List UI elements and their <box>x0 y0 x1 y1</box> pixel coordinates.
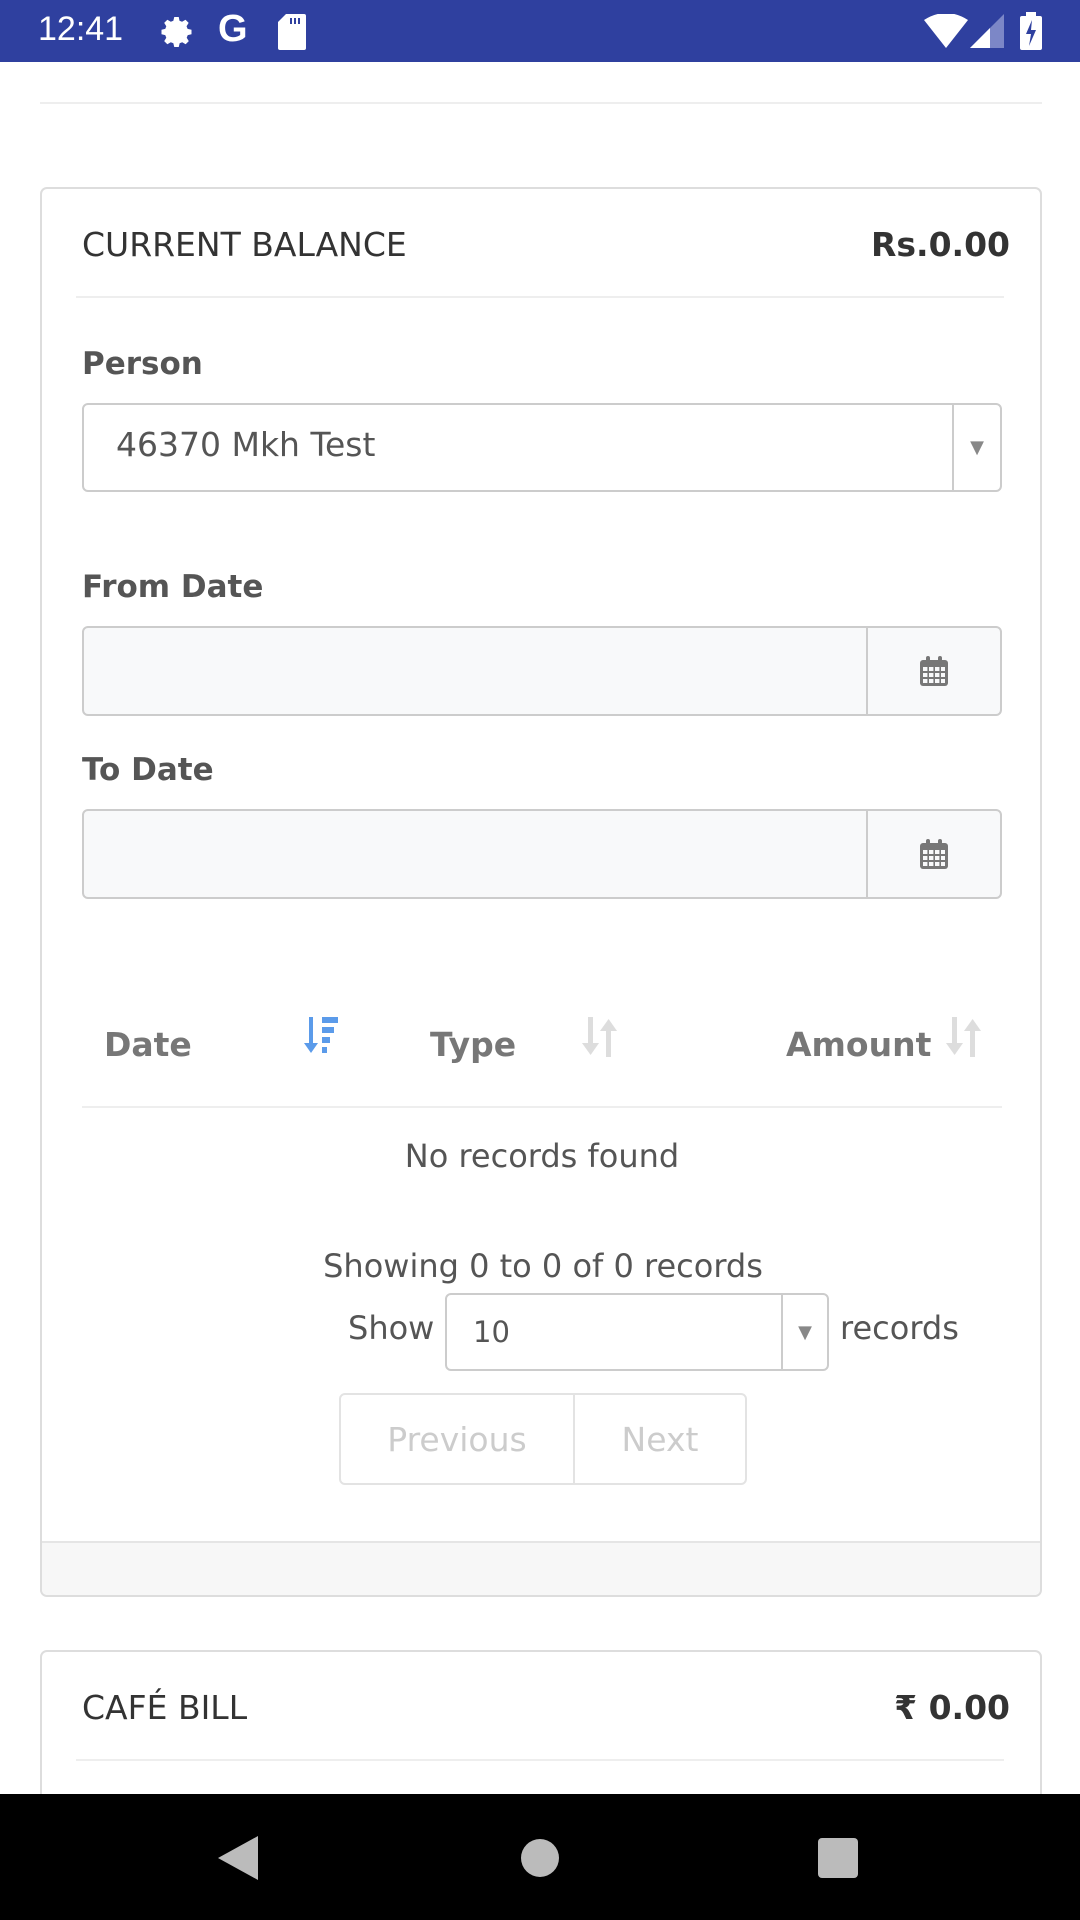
calendar-icon <box>920 839 948 869</box>
divider <box>76 296 1004 298</box>
page-size-select[interactable]: 10 ▼ <box>445 1293 829 1371</box>
current-balance-card: CURRENT BALANCE Rs.0.00 Person 46370 Mkh… <box>40 187 1042 1597</box>
calendar-icon <box>920 656 948 686</box>
previous-button[interactable]: Previous <box>339 1393 575 1485</box>
home-icon[interactable] <box>520 1838 560 1878</box>
divider <box>76 1759 1004 1761</box>
gear-icon <box>161 17 192 48</box>
signal-icon <box>970 14 1004 48</box>
person-value: 46370 Mkh Test <box>116 425 376 464</box>
chevron-down-icon[interactable]: ▼ <box>952 405 1000 490</box>
status-bar: 12:41 G <box>0 0 1080 62</box>
back-icon[interactable] <box>218 1836 258 1880</box>
page-size-value: 10 <box>473 1315 510 1349</box>
column-label: Date <box>104 1025 192 1064</box>
divider <box>82 1106 1002 1108</box>
records-label: records <box>840 1309 959 1347</box>
balance-amount: Rs.0.00 <box>870 225 1010 264</box>
show-label: Show <box>348 1309 435 1347</box>
sd-card-icon <box>278 14 306 50</box>
to-date-input[interactable] <box>82 809 1002 899</box>
battery-charging-icon <box>1020 12 1042 50</box>
to-date-calendar-button[interactable] <box>866 811 1000 897</box>
sort-icon[interactable] <box>946 1017 982 1057</box>
cafe-bill-amount: ₹ 0.00 <box>894 1688 1010 1727</box>
column-label: Type <box>430 1025 517 1064</box>
column-label: Amount <box>786 1025 932 1064</box>
recents-icon[interactable] <box>818 1838 858 1878</box>
sort-icon[interactable] <box>582 1017 618 1057</box>
google-icon: G <box>218 8 248 50</box>
chevron-down-icon[interactable]: ▼ <box>781 1295 827 1369</box>
from-date-input[interactable] <box>82 626 1002 716</box>
navigation-bar <box>0 1794 1080 1920</box>
from-date-label: From Date <box>82 569 264 605</box>
to-date-label: To Date <box>82 752 214 788</box>
card-title: CAFÉ BILL <box>82 1688 248 1727</box>
wifi-icon <box>924 14 968 48</box>
card-footer <box>42 1541 1040 1595</box>
next-button[interactable]: Next <box>573 1393 747 1485</box>
card-title: CURRENT BALANCE <box>82 225 407 264</box>
empty-table-message: No records found <box>404 1137 680 1175</box>
divider <box>40 102 1042 104</box>
clock: 12:41 <box>38 10 124 48</box>
pagination-info: Showing 0 to 0 of 0 records <box>323 1247 763 1285</box>
from-date-calendar-button[interactable] <box>866 628 1000 714</box>
person-label: Person <box>82 346 203 382</box>
person-select[interactable]: 46370 Mkh Test ▼ <box>82 403 1002 492</box>
sort-descending-icon[interactable] <box>304 1017 340 1057</box>
